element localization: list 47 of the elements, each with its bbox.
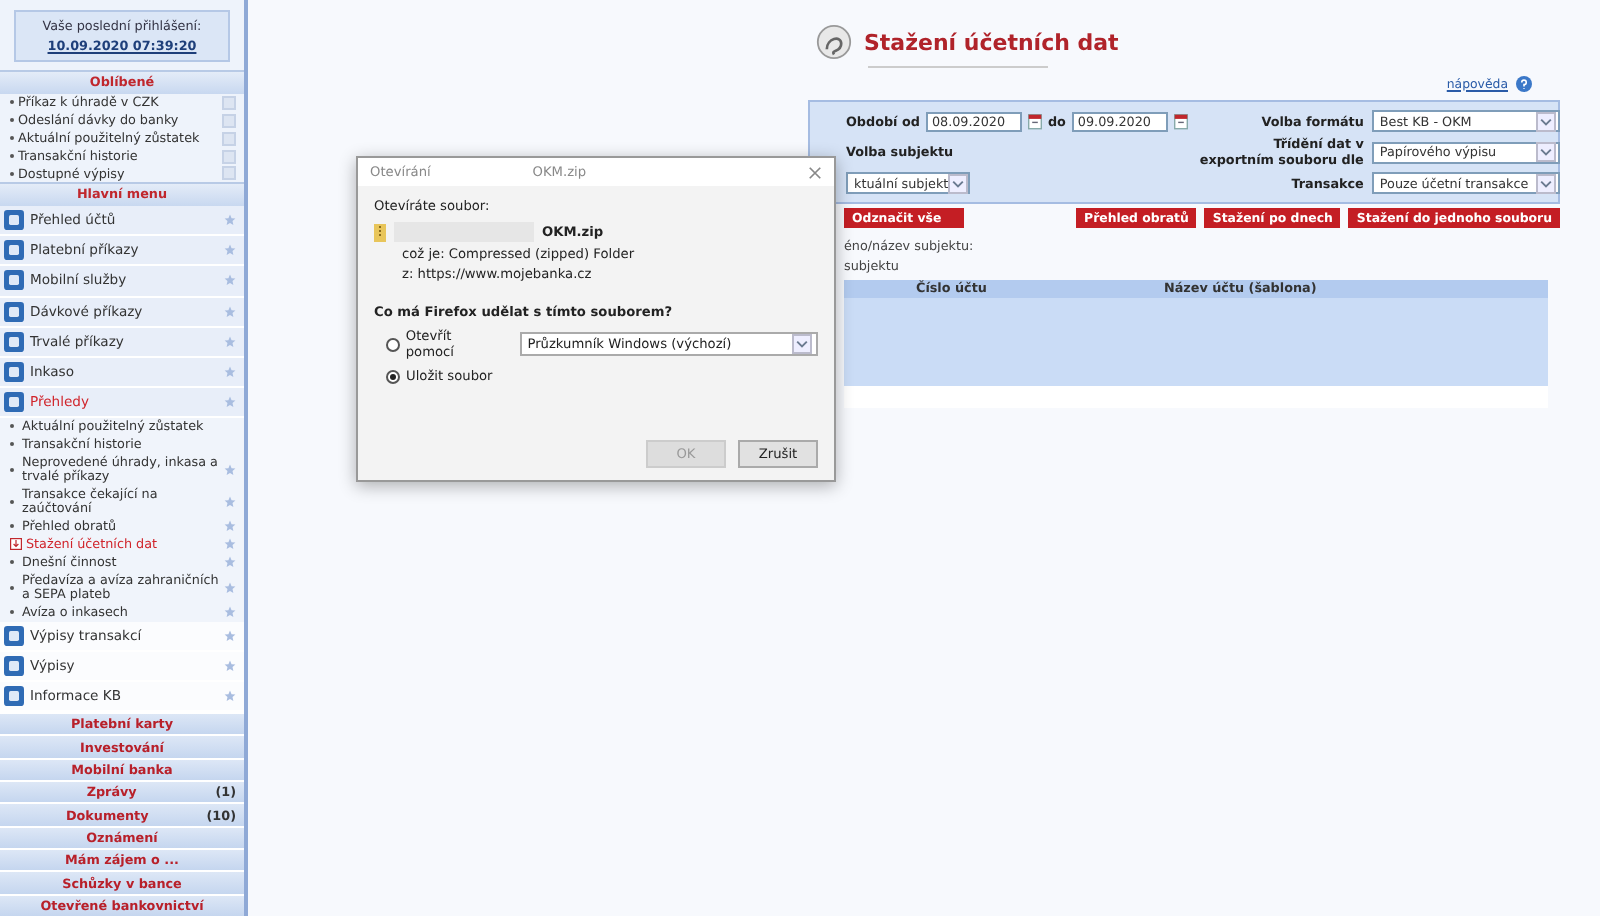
download-icon [10, 538, 22, 551]
file-icon [374, 223, 386, 241]
caret-icon [792, 334, 812, 354]
square-icon[interactable] [222, 95, 236, 110]
star-icon[interactable] [224, 305, 236, 318]
star-icon[interactable] [224, 690, 236, 703]
caret-icon [1535, 173, 1556, 193]
star-icon[interactable] [224, 395, 236, 408]
calendar-icon[interactable] [1173, 112, 1188, 130]
tile-icon [4, 361, 24, 382]
page-title: Stažení účetních dat [864, 29, 1119, 55]
logo-icon [816, 24, 852, 60]
star-icon[interactable] [224, 274, 236, 287]
star-icon[interactable] [224, 556, 236, 569]
star-icon[interactable] [224, 659, 236, 672]
star-icon[interactable] [224, 606, 236, 619]
close-icon[interactable] [808, 165, 822, 179]
star-icon[interactable] [224, 538, 236, 551]
star-icon[interactable] [224, 335, 236, 348]
star-icon[interactable] [224, 463, 236, 476]
star-icon[interactable] [224, 629, 236, 642]
tile-icon [4, 625, 24, 646]
radio-button[interactable] [386, 369, 400, 383]
tile-icon [4, 270, 24, 291]
tile-icon [4, 301, 24, 322]
tile-icon [4, 655, 24, 676]
help-icon[interactable] [1516, 76, 1532, 92]
square-icon[interactable] [222, 166, 236, 181]
calendar-icon[interactable] [1027, 112, 1042, 130]
star-icon[interactable] [224, 520, 236, 533]
tile-icon [4, 331, 24, 352]
caret-icon [948, 173, 969, 193]
tile-icon [4, 686, 24, 707]
tile-icon [4, 240, 24, 261]
square-icon[interactable] [222, 131, 236, 146]
tile-icon [4, 391, 24, 412]
tile-icon [4, 210, 24, 231]
star-icon[interactable] [224, 495, 236, 508]
star-icon[interactable] [224, 214, 236, 227]
radio-button[interactable] [386, 337, 400, 351]
caret-icon [1535, 111, 1556, 131]
star-icon[interactable] [224, 581, 236, 594]
star-icon[interactable] [224, 244, 236, 257]
star-icon[interactable] [224, 365, 236, 378]
square-icon[interactable] [222, 149, 236, 163]
square-icon[interactable] [222, 113, 236, 128]
caret-icon [1535, 142, 1556, 162]
